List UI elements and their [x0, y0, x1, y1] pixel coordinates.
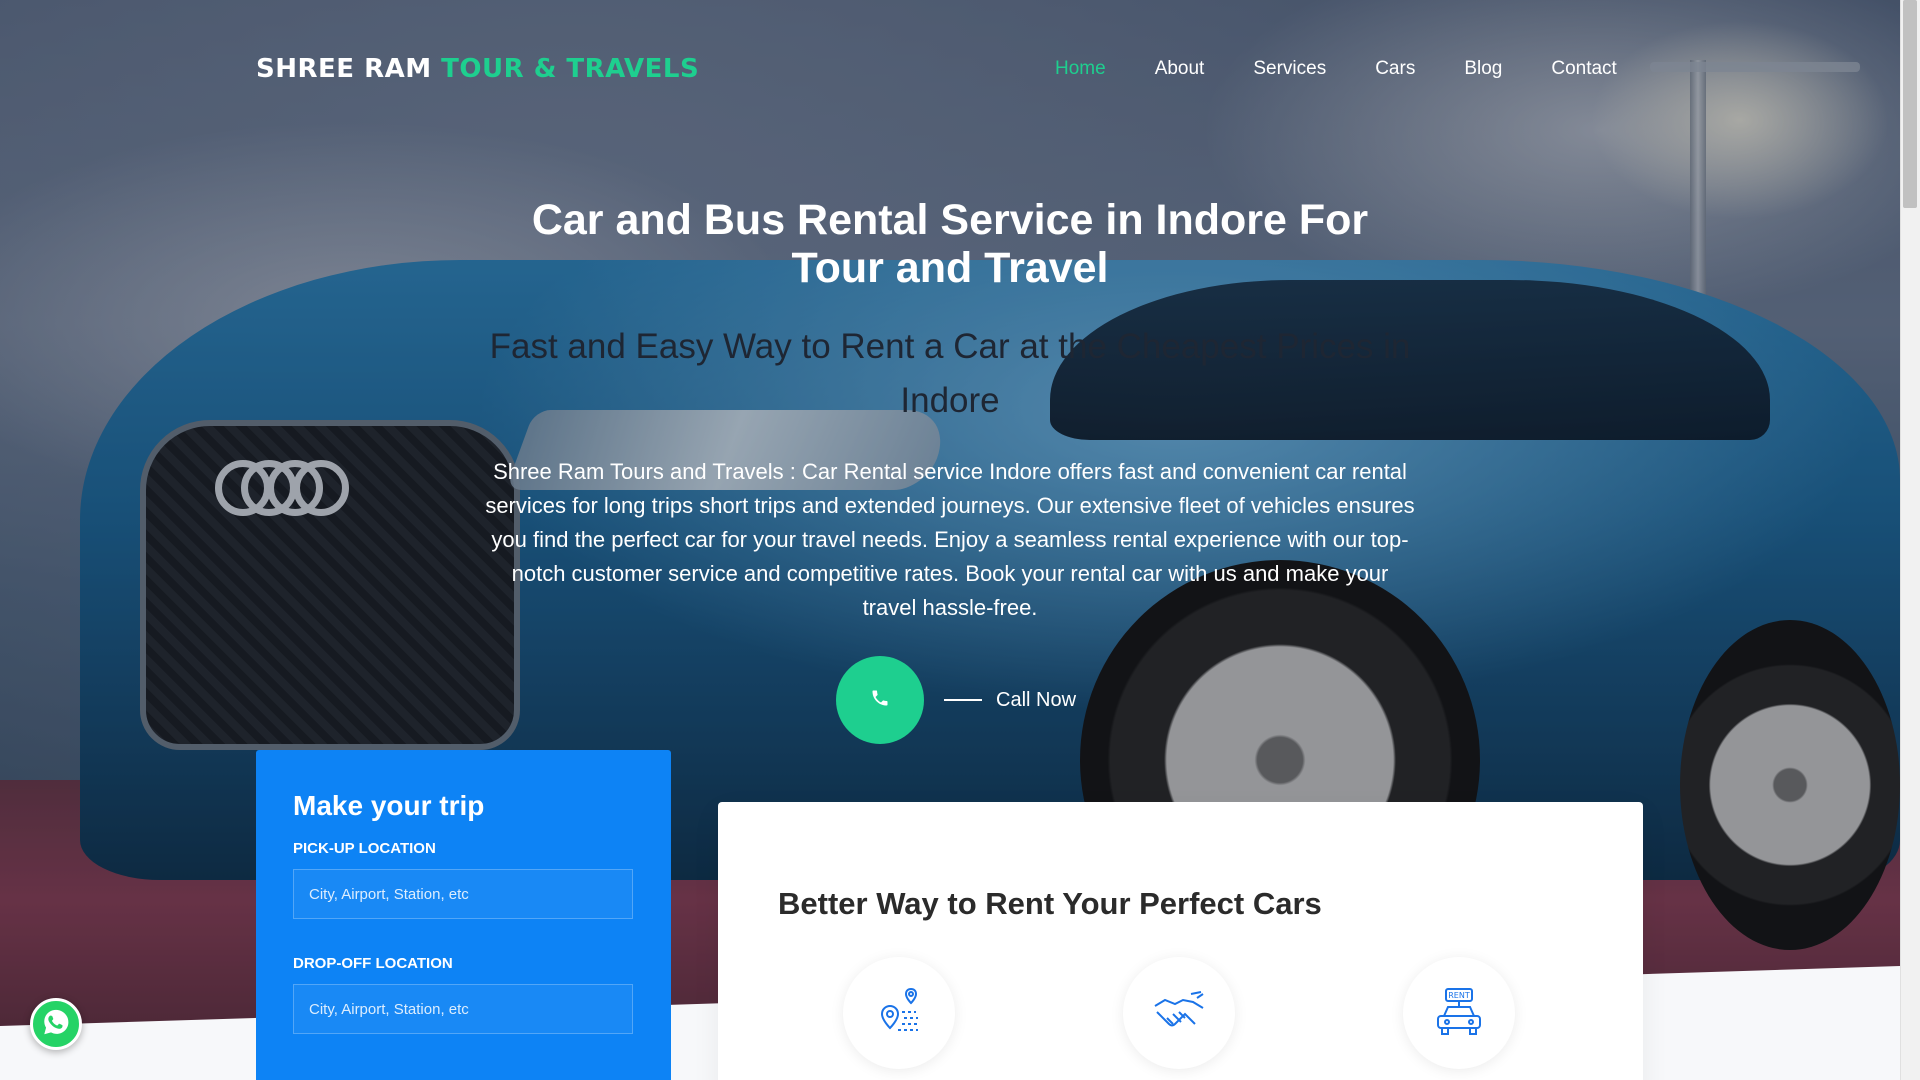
dropoff-location-input[interactable] [293, 984, 633, 1034]
scrollbar-thumb[interactable] [1903, 0, 1917, 208]
nav-cars[interactable]: Cars [1375, 58, 1415, 80]
call-now: Call Now [836, 656, 1076, 744]
phone-icon [870, 688, 890, 713]
brand-name-primary: SHREE RAM [256, 54, 432, 84]
nav-contact[interactable]: Contact [1551, 58, 1616, 80]
call-divider [944, 699, 982, 701]
dropoff-label: DROP-OFF LOCATION [293, 955, 453, 972]
whatsapp-button[interactable] [30, 998, 82, 1050]
call-now-button[interactable] [836, 656, 924, 744]
pickup-label: PICK-UP LOCATION [293, 840, 436, 857]
trip-form: Make your trip PICK-UP LOCATION DROP-OFF… [256, 750, 671, 1080]
hero-description: Shree Ram Tours and Travels : Car Rental… [485, 459, 1415, 620]
services-title: Better Way to Rent Your Perfect Cars [778, 886, 1322, 921]
handshake-icon [1123, 957, 1235, 1069]
hero-subtitle: Fast and Easy Way to Rent a Car at the C… [489, 327, 1411, 420]
services-card: Better Way to Rent Your Perfect Cars REN… [718, 802, 1643, 1080]
nav-blog[interactable]: Blog [1464, 58, 1502, 80]
trip-form-title: Make your trip [293, 790, 485, 821]
route-map-icon [843, 957, 955, 1069]
svg-text:RENT: RENT [1448, 991, 1470, 1000]
brand-name-accent: TOUR & TRAVELS [441, 54, 700, 84]
brand-logo[interactable]: SHREE RAM TOUR & TRAVELS [256, 54, 699, 84]
whatsapp-icon [41, 1007, 71, 1042]
pickup-location-input[interactable] [293, 869, 633, 919]
hero-title: Car and Bus Rental Service in Indore For… [531, 196, 1369, 292]
rent-car-icon: RENT [1403, 957, 1515, 1069]
nav-services[interactable]: Services [1253, 58, 1326, 80]
nav-about[interactable]: About [1155, 58, 1205, 80]
main-nav: Home About Services Cars Blog Contact [1055, 58, 1666, 80]
call-now-link[interactable]: Call Now [996, 689, 1076, 712]
page-scrollbar[interactable] [1900, 0, 1920, 1080]
nav-home[interactable]: Home [1055, 58, 1106, 80]
